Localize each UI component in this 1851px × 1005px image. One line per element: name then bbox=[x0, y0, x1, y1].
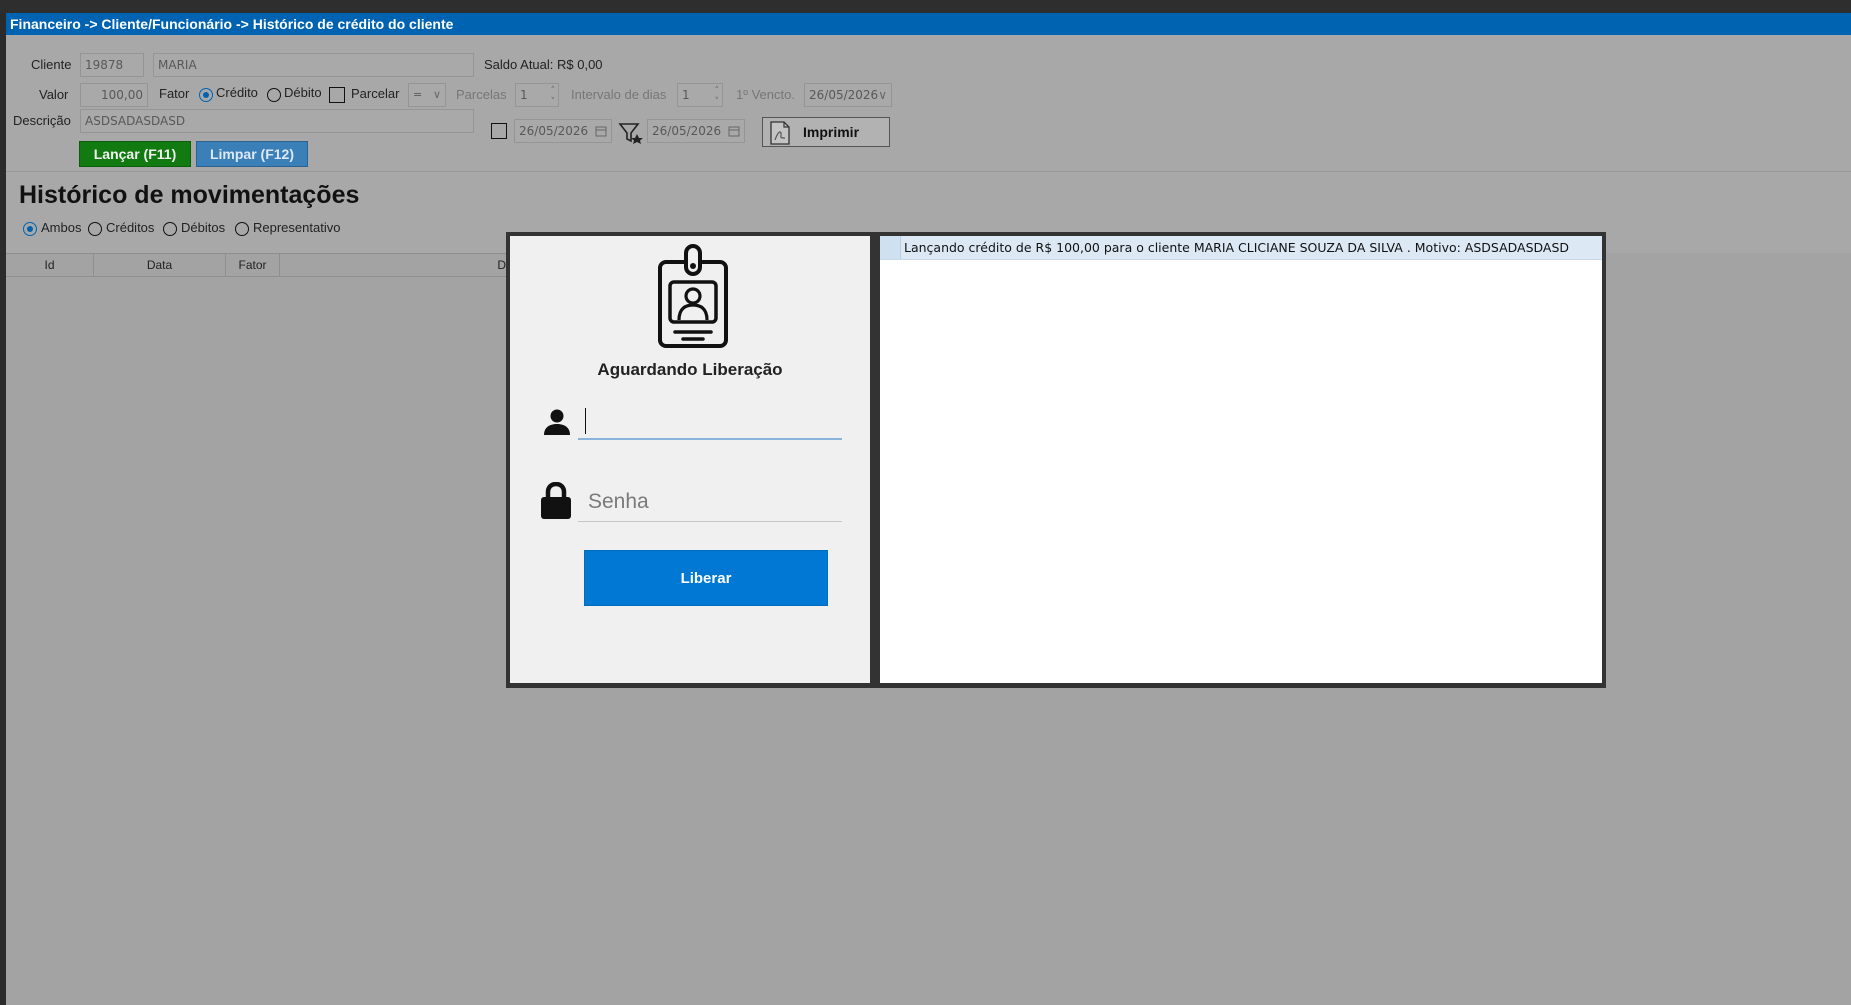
valor-field[interactable]: 100,00 bbox=[80, 83, 148, 107]
section-divider bbox=[6, 171, 1851, 172]
parcelas-type-value: = bbox=[413, 88, 423, 101]
vencimento-field[interactable]: 26/05/2026 ∨ bbox=[804, 83, 892, 107]
chevron-down-icon[interactable]: ∨ bbox=[878, 84, 887, 106]
date-filter-checkbox[interactable] bbox=[491, 123, 507, 139]
cliente-nome-field[interactable]: MARIA bbox=[153, 53, 474, 77]
row-header bbox=[880, 236, 901, 259]
calendar-icon[interactable] bbox=[728, 125, 740, 137]
calendar-icon[interactable] bbox=[595, 125, 607, 137]
log-pane: Lançando crédito de R$ 100,00 para o cli… bbox=[880, 236, 1602, 683]
parcelas-stepper[interactable]: 1 ˄ ˅ bbox=[515, 83, 559, 107]
vencimento-label: 1º Vencto. bbox=[736, 87, 795, 102]
fator-label: Fator bbox=[159, 86, 190, 101]
descricao-field[interactable]: ASDSADASDASD bbox=[80, 109, 474, 133]
password-input[interactable] bbox=[578, 482, 842, 522]
credito-radio[interactable] bbox=[199, 88, 213, 102]
user-icon bbox=[544, 409, 570, 435]
history-title: Histórico de movimentações bbox=[19, 181, 360, 209]
top-strip bbox=[0, 0, 1851, 13]
parcelas-type-select[interactable]: = ∨ bbox=[408, 83, 446, 107]
log-message: Lançando crédito de R$ 100,00 para o cli… bbox=[904, 240, 1570, 255]
stepper-down-icon[interactable]: ˅ bbox=[551, 91, 556, 106]
filter-ambos-label: Ambos bbox=[41, 220, 82, 235]
imprimir-label: Imprimir bbox=[803, 124, 860, 140]
column-header-fator[interactable]: Fator bbox=[226, 254, 280, 276]
intervalo-value: 1 bbox=[682, 88, 690, 102]
lancar-button[interactable]: Lançar (F11) bbox=[79, 141, 191, 167]
date-to-value: 26/05/2026 bbox=[652, 124, 722, 138]
parcelas-label: Parcelas bbox=[456, 87, 507, 102]
aguardando-title: Aguardando Liberação bbox=[597, 360, 783, 379]
parcelar-checkbox[interactable] bbox=[329, 87, 345, 103]
id-badge-icon bbox=[658, 244, 728, 348]
parcelar-label: Parcelar bbox=[351, 86, 400, 101]
saldo-atual-text: Saldo Atual: R$ 0,00 bbox=[484, 57, 603, 72]
intervalo-stepper[interactable]: 1 ˄ ˅ bbox=[677, 83, 723, 107]
breadcrumb: Financeiro -> Cliente/Funcionário -> His… bbox=[6, 13, 1851, 35]
column-header-id[interactable]: Id bbox=[6, 254, 94, 276]
liberacao-dialog: Aguardando Liberação Liberar Lançando cr… bbox=[506, 232, 1606, 688]
debito-radio[interactable] bbox=[267, 88, 281, 102]
stepper-down-icon[interactable]: ˅ bbox=[715, 91, 720, 106]
filter-representativo-label: Representativo bbox=[253, 220, 341, 235]
filter-representativo-radio[interactable] bbox=[235, 222, 249, 236]
form-area bbox=[6, 13, 1851, 253]
credito-label: Crédito bbox=[216, 85, 258, 100]
column-header-data[interactable]: Data bbox=[94, 254, 226, 276]
pdf-icon bbox=[770, 121, 790, 145]
chevron-down-icon: ∨ bbox=[432, 88, 441, 101]
date-to-field[interactable]: 26/05/2026 bbox=[647, 119, 745, 143]
date-from-field[interactable]: 26/05/2026 bbox=[514, 119, 612, 143]
vencimento-value: 26/05/2026 bbox=[809, 88, 879, 102]
cliente-label: Cliente bbox=[31, 57, 72, 72]
log-row[interactable]: Lançando crédito de R$ 100,00 para o cli… bbox=[880, 236, 1602, 260]
debito-label: Débito bbox=[284, 85, 322, 100]
history-grid-header: Id Data Fator D bbox=[6, 253, 546, 277]
column-header-descricao[interactable]: D bbox=[280, 254, 510, 276]
date-from-value: 26/05/2026 bbox=[519, 124, 589, 138]
auth-pane: Aguardando Liberação Liberar bbox=[510, 236, 870, 683]
parcelas-value: 1 bbox=[520, 88, 528, 102]
cliente-id-field[interactable]: 19878 bbox=[80, 53, 144, 77]
intervalo-label: Intervalo de dias bbox=[571, 87, 667, 102]
valor-label: Valor bbox=[39, 87, 69, 102]
descricao-label: Descrição bbox=[13, 113, 71, 128]
lock-icon bbox=[541, 482, 571, 519]
filter-icon[interactable] bbox=[618, 121, 644, 145]
liberar-button[interactable]: Liberar bbox=[584, 550, 828, 606]
filter-ambos-radio[interactable] bbox=[23, 222, 37, 236]
filter-debitos-radio[interactable] bbox=[163, 222, 177, 236]
filter-debitos-label: Débitos bbox=[181, 220, 226, 235]
imprimir-button[interactable]: Imprimir bbox=[762, 117, 890, 147]
filter-creditos-label: Créditos bbox=[106, 220, 155, 235]
username-input[interactable] bbox=[578, 400, 842, 440]
filter-creditos-radio[interactable] bbox=[88, 222, 102, 236]
text-caret bbox=[585, 408, 586, 434]
limpar-button[interactable]: Limpar (F12) bbox=[196, 141, 308, 167]
